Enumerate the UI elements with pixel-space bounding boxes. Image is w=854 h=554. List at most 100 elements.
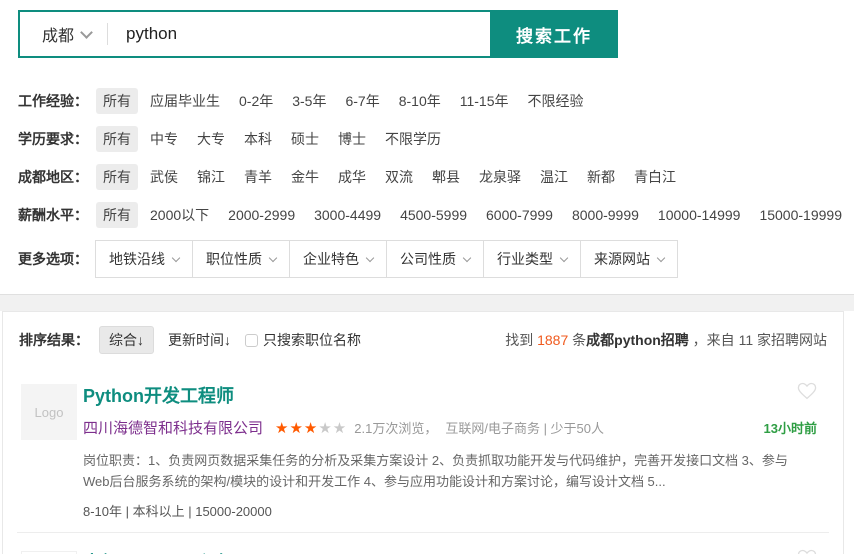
dropdown-label: 行业类型 [497,249,553,269]
filter-option[interactable]: 8-10年 [392,88,448,114]
filter-label: 学历要求： [18,129,88,149]
chevron-down-icon [172,254,180,262]
filter-option[interactable]: 应届毕业生 [143,88,227,114]
filter-option[interactable]: 本科 [237,126,279,152]
job-title-link[interactable]: Python开发工程师 [83,382,234,408]
dropdown-label: 公司性质 [400,249,456,269]
search-box: 成都 搜索工作 [18,10,618,58]
result-summary: 找到 1887 条成都python招聘 ，来自 11 家招聘网站 [505,330,827,350]
search-input[interactable] [108,24,490,44]
dropdown-company-feature[interactable]: 企业特色 [289,240,387,278]
filter-row-experience: 工作经验： 所有 应届毕业生 0-2年 3-5年 6-7年 8-10年 11-1… [18,88,854,114]
city-selector[interactable]: 成都 [20,22,107,46]
filter-option[interactable]: 龙泉驿 [472,164,528,190]
dropdown-label: 来源网站 [594,249,650,269]
city-label: 成都 [42,22,74,46]
filter-option[interactable]: 2000-2999 [221,204,302,226]
company-line: 四川海德智和科技有限公司 ★★★★★ 2.1万次浏览， 互联网/电子商务 | 少… [83,417,827,438]
filter-option[interactable]: 金牛 [284,164,326,190]
filter-option[interactable]: 6-7年 [338,88,386,114]
filter-option[interactable]: 不限经验 [521,88,591,114]
posted-time: 13小时前 [764,418,817,437]
job-main: 中级Python工程师 成都数联铭品科技有限公司 ★★★★★ 1.8万次浏览， … [83,549,827,554]
filter-option[interactable]: 青羊 [237,164,279,190]
sort-comprehensive-button[interactable]: 综合↓ [99,326,154,354]
dropdown-industry-type[interactable]: 行业类型 [483,240,581,278]
job-description: 岗位职责：1、负责网页数据采集任务的分析及采集方案设计 2、负责抓取功能开发与代… [83,450,827,492]
filter-option[interactable]: 所有 [96,164,138,190]
dropdown-company-nature[interactable]: 公司性质 [386,240,484,278]
dropdown-source-site[interactable]: 来源网站 [580,240,678,278]
dropdown-metro-line[interactable]: 地铁沿线 [95,240,193,278]
filter-option[interactable]: 温江 [533,164,575,190]
filter-option[interactable]: 8000-9999 [565,204,646,226]
industry-size: 互联网/电子商务 | 少于50人 [445,418,604,437]
filter-option[interactable]: 所有 [96,88,138,114]
result-count: 1887 [537,332,568,348]
filter-option[interactable]: 青白江 [627,164,683,190]
sort-update-time-button[interactable]: 更新时间↓ [168,330,231,350]
filter-option[interactable]: 中专 [143,126,185,152]
filter-option[interactable]: 硕士 [284,126,326,152]
summary-unit: 条 [568,332,586,348]
filter-option[interactable]: 成华 [331,164,373,190]
summary-suffix: ，来自 11 家招聘网站 [689,332,827,348]
filter-label: 更多选项： [18,249,88,269]
sort-header: 排序结果： 综合↓ 更新时间↓ 只搜索职位名称 找到 1887 条成都pytho… [3,312,843,366]
dropdown-job-type[interactable]: 职位性质 [192,240,290,278]
filter-row-salary: 薪酬水平： 所有 2000以下 2000-2999 3000-4499 4500… [18,202,854,228]
title-only-checkbox-wrap[interactable]: 只搜索职位名称 [245,330,361,350]
filter-option[interactable]: 4500-5999 [393,204,474,226]
company-logo: Logo [21,384,77,440]
filter-row-more-options: 更多选项： 地铁沿线 职位性质 企业特色 公司性质 行业类型 来源网站 [18,240,854,278]
logo-placeholder-text: Logo [35,405,64,420]
filter-option[interactable]: 2000以下 [143,202,216,228]
chevron-down-icon [657,254,665,262]
job-card[interactable]: Logo Python开发工程师 四川海德智和科技有限公司 ★★★★★ 2.1万… [3,366,843,532]
job-requirements: 8-10年 | 本科以上 | 15000-20000 [83,501,827,520]
chevron-down-icon [269,254,277,262]
filter-option[interactable]: 大专 [190,126,232,152]
stars-empty: ★★ [318,420,347,437]
section-divider-band [0,294,854,311]
filter-label: 薪酬水平： [18,205,88,225]
filter-option[interactable]: 锦江 [190,164,232,190]
checkbox-label: 只搜索职位名称 [263,330,361,350]
summary-keyword: 成都python招聘 [586,332,689,348]
favorite-heart-icon[interactable] [797,549,817,554]
favorite-heart-icon[interactable] [797,382,817,405]
chevron-down-icon [463,254,471,262]
filter-option[interactable]: 6000-7999 [479,204,560,226]
filter-row-district: 成都地区： 所有 武侯 锦江 青羊 金牛 成华 双流 郫县 龙泉驿 温江 新都 … [18,164,854,190]
filter-option[interactable]: 郫县 [425,164,467,190]
filter-option[interactable]: 武侯 [143,164,185,190]
filter-option[interactable]: 所有 [96,202,138,228]
filter-option[interactable]: 博士 [331,126,373,152]
summary-prefix: 找到 [505,332,537,348]
filter-option[interactable]: 所有 [96,126,138,152]
filter-option[interactable]: 不限学历 [378,126,448,152]
filter-panel: 工作经验： 所有 应届毕业生 0-2年 3-5年 6-7年 8-10年 11-1… [0,58,854,278]
job-main: Python开发工程师 四川海德智和科技有限公司 ★★★★★ 2.1万次浏览， … [83,382,827,520]
chevron-down-icon [366,254,374,262]
filter-row-education: 学历要求： 所有 中专 大专 本科 硕士 博士 不限学历 [18,126,854,152]
checkbox-unchecked[interactable] [245,334,258,347]
job-title-link[interactable]: 中级Python工程师 [83,549,234,554]
chevron-down-icon [560,254,568,262]
job-card[interactable]: BBD 中级Python工程师 成都数联铭品科技有限公司 ★★★★★ 1.8万次… [3,533,843,554]
filter-option[interactable]: 0-2年 [232,88,280,114]
dropdown-label: 职位性质 [206,249,262,269]
dropdown-label: 企业特色 [303,249,359,269]
filter-option[interactable]: 双流 [378,164,420,190]
company-link[interactable]: 四川海德智和科技有限公司 [83,417,263,438]
search-section: 成都 搜索工作 [0,0,854,58]
filter-option[interactable]: 3-5年 [285,88,333,114]
filter-option[interactable]: 10000-14999 [651,204,748,226]
search-button[interactable]: 搜索工作 [490,10,618,58]
filter-option[interactable]: 3000-4499 [307,204,388,226]
filter-option[interactable]: 11-15年 [453,88,516,114]
filter-label: 成都地区： [18,167,88,187]
filter-option[interactable]: 15000-19999 [752,204,849,226]
filter-option[interactable]: 新都 [580,164,622,190]
sort-label: 排序结果： [19,330,89,350]
